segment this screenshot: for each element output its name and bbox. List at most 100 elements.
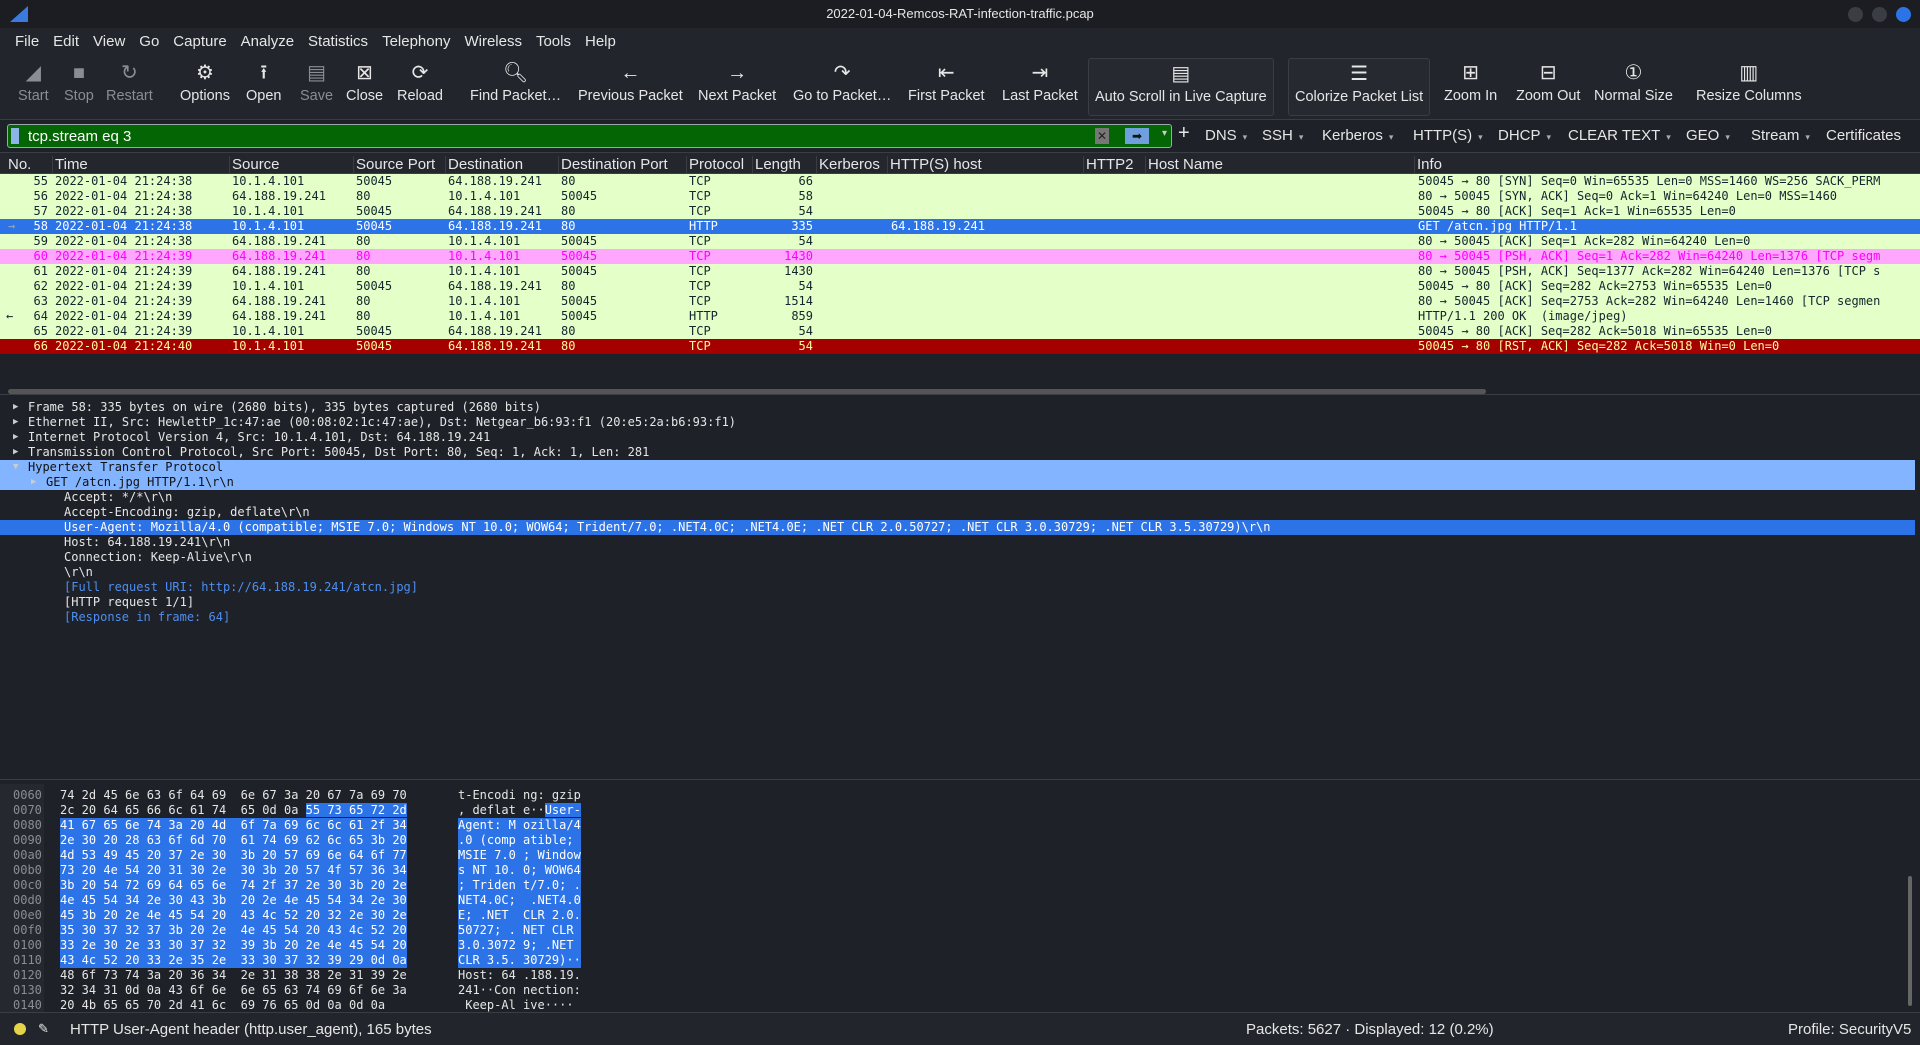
hex-bytes[interactable]: 2e 30 20 28 63 6f 6d 70 61 74 69 62 6c 6… <box>60 833 407 848</box>
expand-closed-icon[interactable]: ▶ <box>13 400 18 415</box>
menu-help[interactable]: Help <box>578 28 623 54</box>
toolbar-stop-button[interactable]: ■ Stop <box>64 58 94 104</box>
toolbar-next-packet-button[interactable]: → Next Packet <box>698 58 776 104</box>
packet-row[interactable]: 58 2022-01-04 21:24:38 10.1.4.101 50045 64.1… <box>0 219 1920 234</box>
column-header-source[interactable]: Source <box>229 156 280 174</box>
expand-closed-icon[interactable]: ▶ <box>31 475 36 490</box>
detail-line[interactable]: ▶ Transmission Control Protocol, Src Port… <box>0 445 1915 460</box>
expand-closed-icon[interactable]: ▶ <box>13 445 18 460</box>
menu-capture[interactable]: Capture <box>166 28 233 54</box>
minimize-button[interactable] <box>1848 7 1863 22</box>
column-header-kerberos[interactable]: Kerberos <box>816 156 880 174</box>
detail-line[interactable]: Host: 64.188.19.241\r\n <box>0 535 1915 550</box>
menu-file[interactable]: File <box>8 28 46 54</box>
hex-bytes[interactable]: 2c 20 64 65 66 6c 61 74 65 0d 0a 55 73 6… <box>60 803 407 818</box>
toolbar-go-to-packet-button[interactable]: ↷ Go to Packet… <box>793 58 891 104</box>
packet-row[interactable]: 56 2022-01-04 21:24:38 64.188.19.241 80 10.1… <box>0 189 1920 204</box>
detail-line[interactable]: Connection: Keep-Alive\r\n <box>0 550 1915 565</box>
menu-view[interactable]: View <box>86 28 132 54</box>
detail-line[interactable]: [HTTP request 1/1] <box>0 595 1915 610</box>
menu-go[interactable]: Go <box>132 28 166 54</box>
chevron-down-icon[interactable]: ▾ <box>1389 132 1394 142</box>
display-filter-input[interactable] <box>28 125 1118 147</box>
ascii-bytes[interactable]: MSIE 7.0 ; Window <box>458 848 581 863</box>
expand-closed-icon[interactable]: ▶ <box>13 415 18 430</box>
column-header-source-port[interactable]: Source Port <box>353 156 435 174</box>
packet-row[interactable]: 55 2022-01-04 21:24:38 10.1.4.101 50045 64.1… <box>0 174 1920 189</box>
column-header-time[interactable]: Time <box>52 156 88 174</box>
packet-row[interactable]: 63 2022-01-04 21:24:39 64.188.19.241 80 10.1… <box>0 294 1920 309</box>
detail-line[interactable]: ▶ Ethernet II, Src: HewlettP_1c:47:ae (00… <box>0 415 1915 430</box>
hex-bytes[interactable]: 74 2d 45 6e 63 6f 64 69 6e 67 3a 20 67 7… <box>60 788 407 803</box>
bookmark-icon[interactable] <box>11 128 19 144</box>
column-header-destination[interactable]: Destination <box>445 156 523 174</box>
ascii-bytes[interactable]: 241··Con nection: <box>458 983 581 998</box>
detail-line[interactable]: Accept: */*\r\n <box>0 490 1915 505</box>
toolbar-reload-button[interactable]: ⟳ Reload <box>397 58 443 104</box>
column-header-protocol[interactable]: Protocol <box>686 156 744 174</box>
packet-row[interactable]: 60 2022-01-04 21:24:39 64.188.19.241 80 10.1… <box>0 249 1920 264</box>
hex-bytes[interactable]: 48 6f 73 74 3a 20 36 34 2e 31 38 38 2e 3… <box>60 968 407 983</box>
ascii-bytes[interactable]: 50727; . NET CLR <box>458 923 581 938</box>
bytes-vscrollbar[interactable] <box>1908 876 1912 1006</box>
chevron-down-icon[interactable]: ▾ <box>1299 132 1304 142</box>
packet-row[interactable]: 61 2022-01-04 21:24:39 64.188.19.241 80 10.1… <box>0 264 1920 279</box>
filter-button-ssh[interactable]: SSH ▾ <box>1262 127 1303 144</box>
packet-row[interactable]: 62 2022-01-04 21:24:39 10.1.4.101 50045 64.1… <box>0 279 1920 294</box>
ascii-bytes[interactable]: s NT 10. 0; WOW64 <box>458 863 581 878</box>
packet-row[interactable]: 64 2022-01-04 21:24:39 64.188.19.241 80 10.1… <box>0 309 1920 324</box>
menu-wireless[interactable]: Wireless <box>457 28 529 54</box>
column-header-info[interactable]: Info <box>1414 156 1442 174</box>
packet-row[interactable]: 65 2022-01-04 21:24:39 10.1.4.101 50045 64.1… <box>0 324 1920 339</box>
column-header-length[interactable]: Length <box>752 156 801 174</box>
column-header-http2[interactable]: HTTP2 <box>1083 156 1134 174</box>
toolbar-close-button[interactable]: ⊠ Close <box>346 58 383 104</box>
hex-bytes[interactable]: 35 30 37 32 37 3b 20 2e 4e 45 54 20 43 4… <box>60 923 407 938</box>
chevron-down-icon[interactable]: ▾ <box>1666 132 1671 142</box>
status-profile[interactable]: Profile: SecurityV5 <box>1788 1021 1911 1038</box>
hex-bytes[interactable]: 33 2e 30 2e 33 30 37 32 39 3b 20 2e 4e 4… <box>60 938 407 953</box>
column-header-host-name[interactable]: Host Name <box>1145 156 1223 174</box>
detail-line[interactable]: [Full request URI: http://64.188.19.241/… <box>0 580 1915 595</box>
filter-button-http-s-[interactable]: HTTP(S) ▾ <box>1413 127 1483 144</box>
chevron-down-icon[interactable]: ▾ <box>1547 132 1552 142</box>
filter-button-geo[interactable]: GEO ▾ <box>1686 127 1730 144</box>
detail-line[interactable]: ▶ Frame 58: 335 bytes on wire (2680 bits)… <box>0 400 1915 415</box>
chevron-down-icon[interactable]: ▾ <box>1725 132 1730 142</box>
apply-filter-icon[interactable]: ➡ <box>1125 128 1149 144</box>
menu-tools[interactable]: Tools <box>529 28 578 54</box>
column-header-destination-port[interactable]: Destination Port <box>558 156 668 174</box>
hex-bytes[interactable]: 4e 45 54 34 2e 30 43 3b 20 2e 4e 45 54 3… <box>60 893 407 908</box>
detail-line[interactable]: \r\n <box>0 565 1915 580</box>
filter-button-dhcp[interactable]: DHCP ▾ <box>1498 127 1551 144</box>
detail-line[interactable]: ▶ Internet Protocol Version 4, Src: 10.1.… <box>0 430 1915 445</box>
expand-closed-icon[interactable]: ▶ <box>13 430 18 445</box>
toolbar-restart-button[interactable]: ↻ Restart <box>106 58 153 104</box>
toolbar-zoom-in-button[interactable]: ⊞ Zoom In <box>1444 58 1497 104</box>
ascii-bytes[interactable]: 3.0.3072 9; .NET <box>458 938 581 953</box>
chevron-down-icon[interactable]: ▾ <box>1805 132 1810 142</box>
menu-telephony[interactable]: Telephony <box>375 28 457 54</box>
packet-row[interactable]: 66 2022-01-04 21:24:40 10.1.4.101 50045 64.1… <box>0 339 1920 354</box>
filter-button-kerberos[interactable]: Kerberos ▾ <box>1322 127 1393 144</box>
detail-line[interactable]: Accept-Encoding: gzip, deflate\r\n <box>0 505 1915 520</box>
hex-bytes[interactable]: 43 4c 52 20 33 2e 35 2e 33 30 37 32 39 2… <box>60 953 407 968</box>
detail-line[interactable]: ▶ GET /atcn.jpg HTTP/1.1\r\n <box>0 475 1915 490</box>
toolbar-options-button[interactable]: ⚙ Options <box>180 58 230 104</box>
filter-button-certificates[interactable]: Certificates <box>1826 127 1901 144</box>
ascii-bytes[interactable]: Agent: M ozilla/4 <box>458 818 581 833</box>
chevron-down-icon[interactable]: ▾ <box>1478 132 1483 142</box>
ascii-bytes[interactable]: , deflat e··User- <box>458 803 581 818</box>
toolbar-save-button[interactable]: ▤ Save <box>300 58 333 104</box>
edit-comment-icon[interactable]: ✎ <box>38 1021 49 1037</box>
toolbar-find-packet-button[interactable]: 🔍︎ Find Packet… <box>470 58 561 104</box>
toolbar-previous-packet-button[interactable]: ← Previous Packet <box>578 58 683 104</box>
toolbar-normal-size-button[interactable]: ① Normal Size <box>1594 58 1673 104</box>
ascii-bytes[interactable]: CLR 3.5. 30729)·· <box>458 953 581 968</box>
ascii-bytes[interactable]: t-Encodi ng: gzip <box>458 788 581 803</box>
filter-button-dns[interactable]: DNS ▾ <box>1205 127 1247 144</box>
toolbar-first-packet-button[interactable]: ⇤ First Packet <box>908 58 985 104</box>
detail-line[interactable]: User-Agent: Mozilla/4.0 (compatible; MSI… <box>0 520 1915 535</box>
column-header-http-s-host[interactable]: HTTP(S) host <box>887 156 982 174</box>
hex-bytes[interactable]: 3b 20 54 72 69 64 65 6e 74 2f 37 2e 30 3… <box>60 878 407 893</box>
